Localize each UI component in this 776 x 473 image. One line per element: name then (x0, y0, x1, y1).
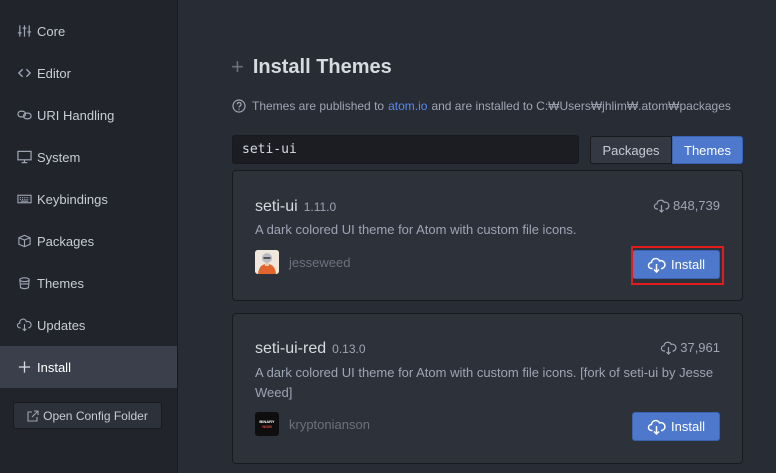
sidebar-item-label: Editor (37, 65, 71, 81)
plus-icon (16, 360, 32, 374)
settings-sliders-icon (16, 24, 32, 38)
themes-toggle-button[interactable]: Themes (672, 136, 743, 164)
package-name: seti-ui-red (255, 340, 327, 357)
sidebar-item-label: URI Handling (37, 107, 115, 123)
package-version: 0.13.0 (332, 342, 366, 356)
sidebar-item-updates[interactable]: Updates (0, 304, 177, 346)
sidebar-item-system[interactable]: System (0, 136, 177, 178)
package-name: seti-ui (255, 198, 298, 215)
sidebar-item-keybindings[interactable]: Keybindings (0, 178, 177, 220)
settings-sidebar: Core Editor URI Handling System Keybindi… (0, 0, 178, 473)
sidebar-item-label: Themes (37, 275, 84, 291)
keyboard-icon (16, 192, 32, 206)
open-config-folder-button[interactable]: Open Config Folder (13, 402, 162, 429)
sidebar-item-install[interactable]: Install (0, 346, 177, 388)
package-owner[interactable]: jesseweed (255, 250, 350, 274)
code-icon (16, 66, 32, 80)
owner-name: jesseweed (289, 254, 351, 270)
install-button[interactable]: Install (632, 412, 720, 441)
page-title: Install Themes (252, 55, 392, 78)
section-heading: + Install Themes (231, 52, 392, 82)
sidebar-item-label: Updates (37, 317, 86, 333)
package-card: seti-ui 1.11.0 848,739 A dark colored UI … (232, 170, 743, 301)
package-description: A dark colored UI theme for Atom with cu… (255, 222, 577, 237)
cloud-download-icon (16, 318, 32, 332)
package-icon (16, 234, 32, 248)
info-prefix: Themes are published to (252, 99, 385, 113)
paintcan-icon (16, 276, 32, 290)
package-type-toggle: Packages Themes (590, 136, 743, 164)
cloud-download-icon (647, 257, 666, 273)
cloud-download-icon (647, 419, 666, 435)
download-count: 37,961 (660, 340, 720, 355)
sidebar-item-packages[interactable]: Packages (0, 220, 177, 262)
sidebar-item-themes[interactable]: Themes (0, 262, 177, 304)
packages-toggle-button[interactable]: Packages (590, 136, 672, 164)
info-suffix: and are installed to C:₩Users₩jhlim₩.ato… (431, 99, 731, 113)
package-title[interactable]: seti-ui-red 0.13.0 (255, 340, 366, 358)
sidebar-item-label: System (37, 149, 81, 165)
install-label: Install (671, 419, 705, 434)
sidebar-item-label: Core (37, 23, 66, 39)
download-count: 848,739 (653, 198, 720, 213)
package-title[interactable]: seti-ui 1.11.0 (255, 198, 336, 216)
avatar-text: NOM (262, 424, 272, 429)
cloud-download-icon (653, 199, 670, 213)
sidebar-item-editor[interactable]: Editor (0, 52, 177, 94)
avatar: BINARY NOM (255, 412, 279, 436)
open-config-label: Open Config Folder (43, 408, 148, 423)
cloud-download-icon (661, 341, 677, 355)
owner-name: kryptonianson (289, 416, 370, 432)
sidebar-item-uri-handling[interactable]: URI Handling (0, 94, 177, 136)
sidebar-item-label: Keybindings (37, 191, 108, 207)
sidebar-item-label: Install (37, 359, 71, 375)
link-icon (16, 108, 32, 122)
avatar (255, 250, 279, 274)
install-button[interactable]: Install (632, 250, 720, 279)
sidebar-item-label: Packages (37, 233, 95, 249)
package-version: 1.11.0 (303, 200, 337, 214)
package-card: seti-ui-red 0.13.0 37,961 A dark colored … (232, 313, 743, 464)
install-info: Themes are published to atom.io and are … (232, 97, 731, 115)
question-icon (232, 99, 246, 113)
search-input[interactable] (232, 135, 579, 164)
external-link-icon (27, 409, 39, 422)
monitor-icon (16, 150, 32, 164)
sidebar-item-core[interactable]: Core (0, 10, 177, 52)
download-count-value: 37,961 (680, 340, 720, 355)
package-owner[interactable]: BINARY NOM kryptonianson (255, 412, 370, 436)
package-description: A dark colored UI theme for Atom with cu… (255, 365, 714, 400)
atom-io-link[interactable]: atom.io (388, 99, 427, 113)
download-count-value: 848,739 (673, 198, 720, 213)
install-label: Install (671, 257, 705, 272)
plus-icon: + (231, 54, 244, 79)
